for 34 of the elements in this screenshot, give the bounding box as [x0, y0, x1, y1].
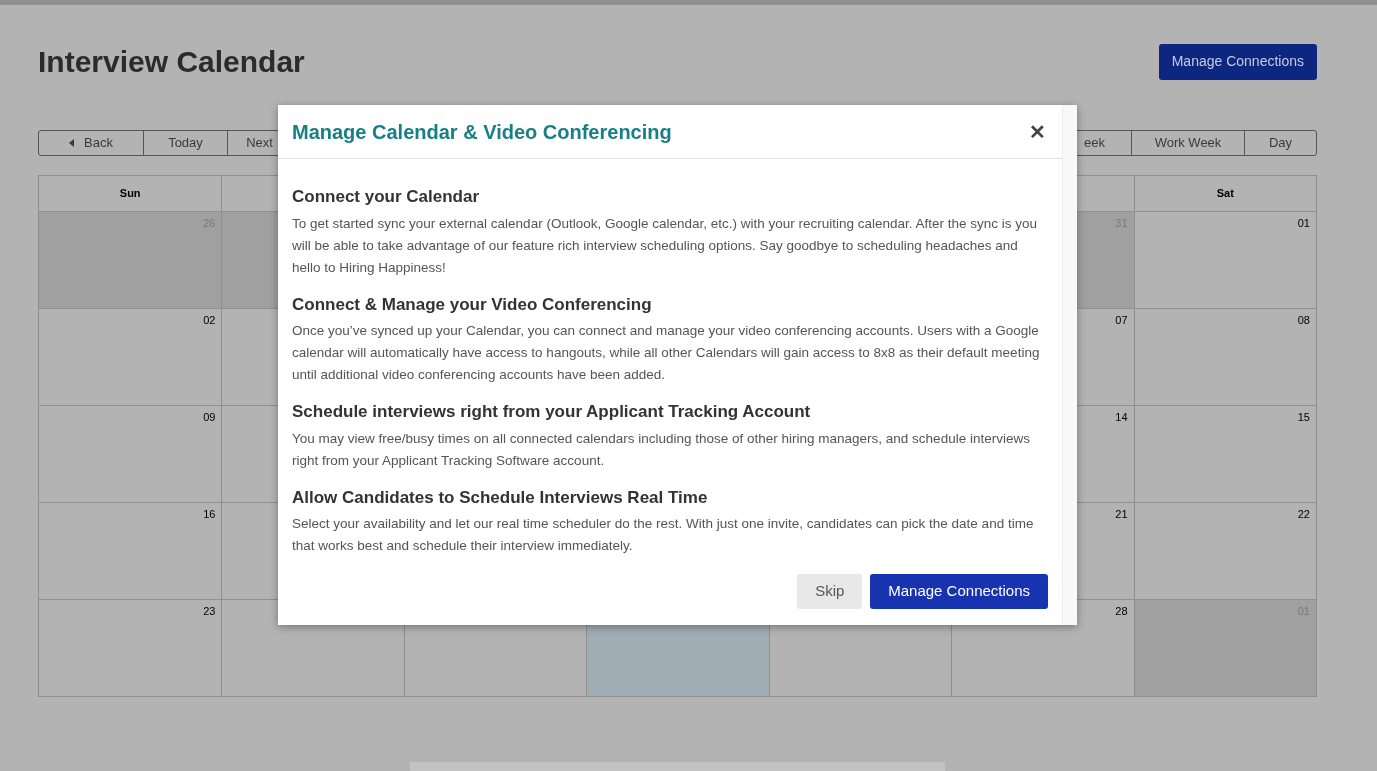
dialog-title: Manage Calendar & Video Conferencing [292, 119, 672, 145]
toolbar-button[interactable]: Day [1244, 131, 1316, 155]
day-number: 08 [1297, 313, 1310, 328]
page-title: Interview Calendar [38, 44, 305, 80]
day-number: 02 [203, 313, 216, 328]
day-number: 07 [1115, 313, 1128, 328]
section-heading: Connect & Manage your Video Conferencing [292, 293, 653, 316]
day-number: 16 [203, 507, 216, 522]
day-number: 01 [1297, 216, 1310, 231]
toolbar-button[interactable]: Back [39, 131, 143, 155]
section-text: You may view free/busy times on all connected calendars including those of other hiring managers, and schedule interviews right from your Applicant Tracking Software account. [292, 429, 1031, 470]
toolbar-button[interactable]: Today [143, 131, 227, 155]
day-number: 15 [1297, 410, 1310, 425]
day-number: 22 [1297, 507, 1310, 522]
section-heading: Connect your Calendar [292, 186, 481, 208]
day-number: 21 [1115, 507, 1128, 522]
toolbar-button[interactable]: eek [1049, 131, 1131, 155]
section-text: Once you’ve synced up your Calendar, you can connect and manage your video conferencing accounts. Users with a Google calendar will automatically have access to hangouts, while all other Calendars will gain access to 8x8 as their default meeting until additional video conferencing accounts have been added. [292, 322, 1041, 384]
toolbar-button[interactable]: Work Week [1131, 131, 1244, 155]
column-header: Sat [1133, 176, 1316, 211]
day-number: 28 [1115, 604, 1128, 619]
section-heading: Schedule interviews right from your Applicant Tracking Account [292, 401, 812, 423]
day-number: 23 [203, 604, 216, 619]
manage-connections-button[interactable]: Manage Connections [1158, 43, 1317, 80]
skip-button[interactable]: Skip [797, 574, 863, 609]
manage-connections-button[interactable]: Manage Connections [870, 574, 1048, 609]
close-button[interactable]: ✕ [1027, 121, 1048, 142]
section-heading: Allow Candidates to Schedule Interviews Real Time [292, 486, 709, 509]
section-text: Select your availability and let our real time scheduler do the rest. With just one invite, candidates can pick the date and time that works best and schedule their interview immediately. [292, 515, 1035, 555]
day-number: 09 [203, 410, 216, 425]
section-text: To get started sync your external calendar (Outlook, Google calendar, etc.) with your recruiting calendar. After the sync is you will be able to take advantage of our feature rich interview scheduling options. Say goodbye to scheduling headaches and hello to Hiring Happiness! [292, 214, 1039, 277]
caret-left-icon [69, 139, 75, 147]
column-header: Sun [118, 186, 142, 202]
day-number: 14 [1115, 410, 1128, 425]
